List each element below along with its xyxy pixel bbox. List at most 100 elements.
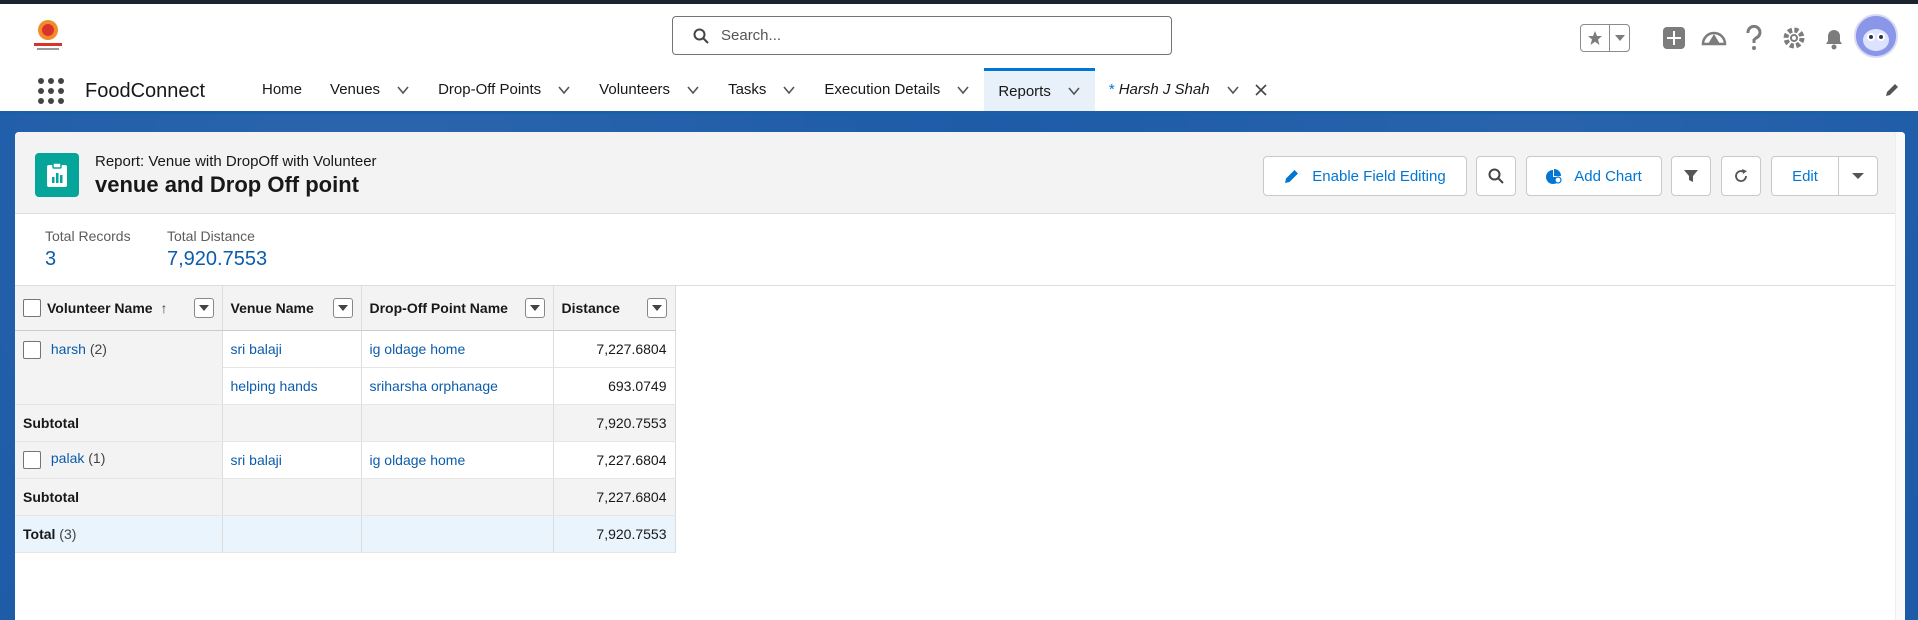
chevron-down-icon[interactable]: [1226, 83, 1240, 97]
gear-icon[interactable]: [1780, 24, 1808, 52]
scrollbar[interactable]: [1895, 132, 1905, 620]
column-menu-button[interactable]: [193, 298, 214, 318]
distance-cell: 7,227.6804: [553, 441, 676, 479]
search-input[interactable]: [721, 27, 1141, 44]
nav-tab-tasks[interactable]: Tasks: [714, 68, 810, 111]
favorites-group[interactable]: [1580, 24, 1630, 52]
search-report-button[interactable]: [1476, 156, 1516, 196]
nav-tab-drop-off-points[interactable]: Drop-Off Points: [424, 68, 585, 111]
add-icon[interactable]: [1660, 24, 1688, 52]
total-records-value: 3: [45, 248, 57, 270]
column-header-label: Drop-Off Point Name: [369, 299, 508, 316]
volunteer-link[interactable]: harsh: [51, 341, 86, 357]
total-records-label: Total Records: [45, 228, 131, 244]
distance-cell: 693.0749: [553, 367, 676, 405]
column-menu-button[interactable]: [332, 298, 353, 318]
report-icon: [35, 153, 79, 197]
refresh-button[interactable]: [1721, 156, 1761, 196]
select-all-checkbox[interactable]: [23, 298, 41, 317]
trailhead-icon[interactable]: [1700, 24, 1728, 52]
total-row: Total (3) 7,920.7553: [15, 514, 676, 553]
subtotal-row: Subtotal 7,920.7553: [15, 404, 676, 442]
edit-button[interactable]: Edit: [1771, 156, 1839, 196]
column-header-venue-name[interactable]: Venue Name: [222, 286, 362, 331]
pencil-icon[interactable]: [1884, 82, 1900, 98]
search-icon: [1488, 168, 1504, 184]
subtotal-value: 7,227.6804: [553, 478, 676, 516]
nav-tab-record-harsh-j-shah[interactable]: * Harsh J Shah: [1095, 68, 1282, 111]
nav-tab-label: Execution Details: [824, 81, 941, 98]
button-label: Enable Field Editing: [1312, 167, 1446, 185]
distance-cell: 7,227.6804: [553, 330, 676, 368]
column-header-drop-off-point-name[interactable]: Drop-Off Point Name: [361, 286, 554, 331]
nav-tab-label: Reports: [998, 82, 1051, 100]
group-count: (2): [89, 340, 107, 357]
dropoff-link[interactable]: ig oldage home: [370, 341, 466, 357]
venue-link[interactable]: helping hands: [231, 378, 318, 394]
subtotal-label: Subtotal: [15, 404, 223, 442]
nav-tab-venues[interactable]: Venues: [316, 68, 424, 111]
enable-field-editing-button[interactable]: Enable Field Editing: [1263, 156, 1467, 196]
subtotal-value: 7,920.7553: [553, 404, 676, 442]
bell-icon[interactable]: [1820, 24, 1848, 52]
column-header-volunteer-name[interactable]: Volunteer Name ↑: [15, 286, 223, 331]
global-header: [0, 4, 1918, 68]
help-icon[interactable]: [1740, 24, 1768, 52]
button-label: Add Chart: [1574, 167, 1642, 185]
venue-link[interactable]: sri balaji: [231, 452, 282, 468]
nav-tab-execution-details[interactable]: Execution Details: [810, 68, 984, 111]
chevron-down-icon[interactable]: [956, 83, 970, 97]
dropoff-link[interactable]: sriharsha orphanage: [370, 378, 498, 394]
nav-tab-reports[interactable]: Reports: [984, 68, 1095, 111]
filter-button[interactable]: [1671, 156, 1711, 196]
nav-tab-label: Tasks: [728, 81, 767, 98]
global-search[interactable]: [672, 16, 1172, 55]
volunteer-link[interactable]: palak: [51, 450, 84, 466]
nav-tab-volunteers[interactable]: Volunteers: [585, 68, 714, 111]
app-launcher-icon[interactable]: [36, 76, 64, 104]
column-header-distance[interactable]: Distance: [553, 286, 676, 331]
more-actions-button[interactable]: [1838, 156, 1878, 196]
row-checkbox[interactable]: [23, 340, 41, 359]
nav-tab-label: Home: [262, 81, 303, 98]
close-icon[interactable]: [1254, 83, 1268, 97]
column-menu-button[interactable]: [524, 298, 545, 318]
column-header-label: Volunteer Name: [47, 299, 153, 316]
button-label: Edit: [1792, 167, 1818, 185]
column-menu-button[interactable]: [646, 298, 667, 318]
report-summary: Total Records 3 Total Distance 7,920.755…: [15, 214, 1905, 286]
star-icon[interactable]: [1581, 25, 1611, 51]
chevron-down-icon[interactable]: [782, 83, 796, 97]
avatar[interactable]: [1854, 14, 1898, 58]
refresh-icon: [1735, 169, 1747, 182]
report-type-label: Report: Venue with DropOff with Voluntee…: [95, 153, 377, 170]
app-name: FoodConnect: [85, 80, 206, 102]
food-connect-logo[interactable]: [28, 16, 68, 56]
venue-link[interactable]: sri balaji: [231, 341, 282, 357]
chevron-down-icon[interactable]: [686, 83, 700, 97]
app-nav-bar: FoodConnect Home Venues Drop-Off Points …: [0, 68, 1918, 114]
chevron-down-icon[interactable]: [396, 83, 410, 97]
chevron-down-icon[interactable]: [557, 83, 571, 97]
group-count: (1): [88, 450, 106, 467]
total-value: 7,920.7553: [553, 514, 676, 553]
chevron-down-icon[interactable]: [1610, 25, 1629, 51]
chevron-down-icon: [1852, 173, 1864, 179]
dropoff-link[interactable]: ig oldage home: [370, 452, 466, 468]
total-distance-summary: Total Distance 7,920.7553: [167, 228, 267, 271]
report-panel: Report: Venue with DropOff with Voluntee…: [15, 132, 1905, 620]
nav-tab-label: Harsh J Shah: [1118, 81, 1210, 98]
total-count: (3): [59, 525, 77, 542]
nav-tab-home[interactable]: Home: [248, 68, 316, 111]
nav-tab-label: Drop-Off Points: [438, 81, 542, 98]
group-cell-volunteer: harsh (2): [15, 330, 223, 405]
add-chart-button[interactable]: Add Chart: [1526, 156, 1662, 196]
table-header-row: Volunteer Name ↑ Venue Name Drop-Off Poi…: [15, 286, 676, 331]
column-header-label: Distance: [561, 299, 620, 316]
column-header-label: Venue Name: [230, 299, 314, 316]
row-checkbox[interactable]: [23, 450, 41, 469]
total-distance-label: Total Distance: [167, 228, 255, 244]
group-cell-volunteer: palak (1): [15, 441, 223, 479]
nav-tabs: Home Venues Drop-Off Points Volunteers T…: [248, 68, 1282, 111]
chevron-down-icon[interactable]: [1067, 84, 1081, 98]
